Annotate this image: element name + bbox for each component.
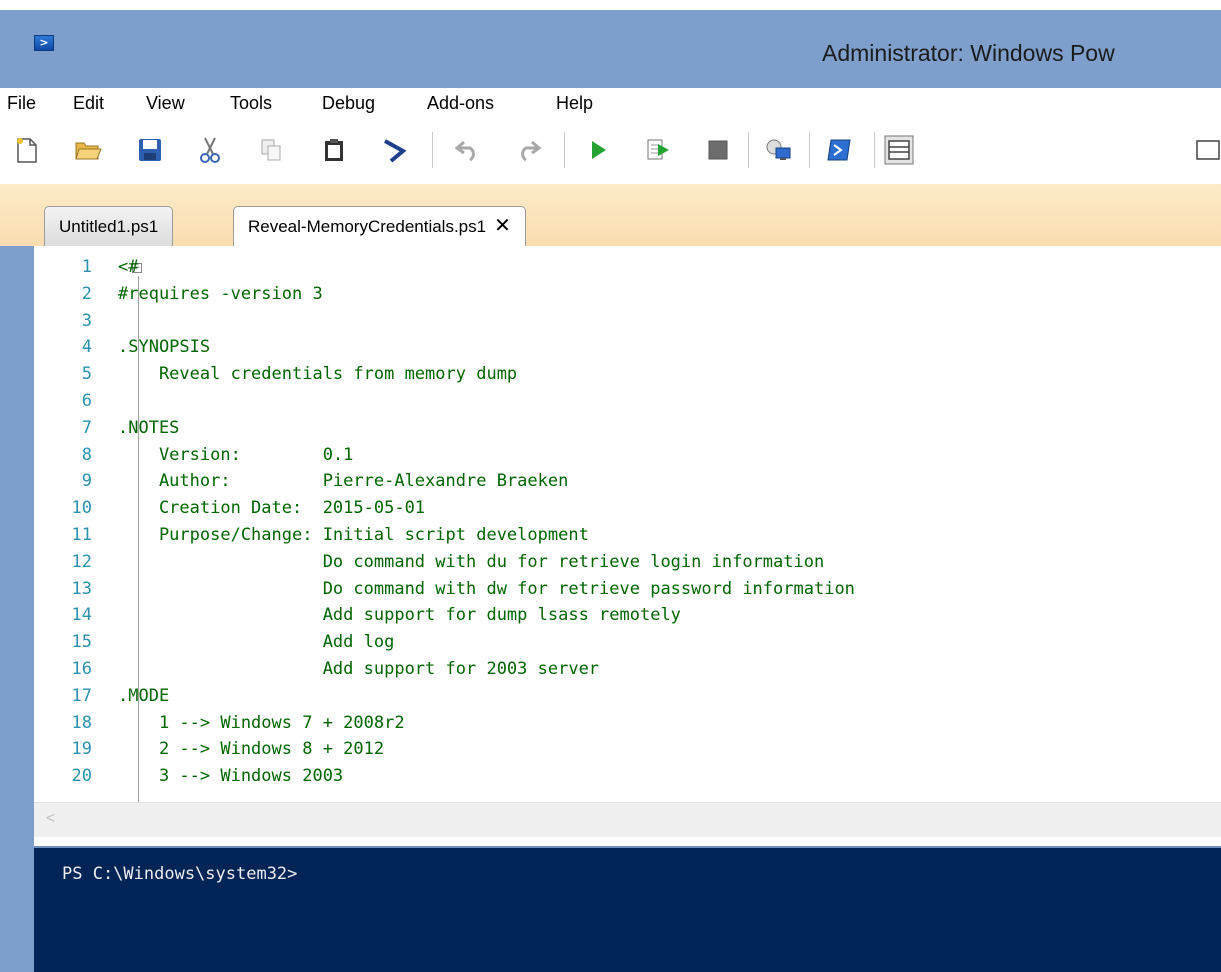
line-text: Creation Date: 2015-05-01: [118, 498, 426, 519]
title-bar[interactable]: > Administrator: Windows Pow: [0, 10, 1221, 88]
scroll-left-icon[interactable]: <: [46, 810, 55, 828]
line-number: 7: [81, 417, 92, 438]
console-pane[interactable]: PS C:\Windows\system32>: [34, 846, 1221, 972]
line-number: 1: [81, 257, 92, 277]
line-text: 3 --> Windows 2003: [118, 766, 344, 787]
tab-label: Untitled1.ps1: [59, 217, 159, 236]
window-title: Administrator: Windows Pow: [822, 40, 1115, 66]
toolbar-separator: [564, 132, 565, 168]
line-number: 2: [81, 283, 92, 304]
menu-tools[interactable]: Tools: [230, 93, 272, 114]
line-text: Reveal credentials from memory dump: [118, 364, 518, 385]
menu-bar: File Edit View Tools Debug Add-ons Help: [0, 88, 1221, 120]
line-text: .MODE: [118, 685, 170, 706]
line-text: Add support for dump lsass remotely: [118, 605, 681, 626]
powershell-console-icon[interactable]: [824, 135, 854, 165]
toolbar-separator: [748, 132, 749, 168]
new-file-icon[interactable]: [12, 135, 42, 165]
paste-icon[interactable]: [319, 135, 349, 165]
horizontal-scrollbar[interactable]: <: [34, 802, 1221, 838]
menu-add-ons[interactable]: Add-ons: [427, 93, 494, 114]
line-number: 13: [71, 578, 92, 599]
line-number: 20: [71, 766, 92, 787]
stop-icon[interactable]: [703, 135, 733, 165]
line-text: Add support for 2003 server: [118, 659, 600, 679]
line-number: 18: [71, 712, 92, 733]
run-selection-icon[interactable]: [644, 135, 674, 165]
cut-icon[interactable]: [195, 135, 225, 165]
save-icon[interactable]: [135, 135, 165, 165]
open-folder-icon[interactable]: [73, 135, 103, 165]
line-number: 6: [81, 391, 92, 411]
tab-untitled1[interactable]: Untitled1.ps1: [44, 206, 174, 246]
ise-window: > Administrator: Windows Pow File Edit V…: [0, 10, 1221, 972]
line-text: #requires -version 3: [118, 283, 323, 304]
tab-label: Reveal-MemoryCredentials.ps1: [248, 217, 487, 236]
menu-view[interactable]: View: [146, 93, 185, 114]
line-text: .NOTES: [118, 417, 180, 438]
line-text: Do command with dw for retrieve password…: [118, 578, 855, 599]
line-number: 14: [71, 605, 92, 626]
console-prompt: PS C:\Windows\system32>: [62, 864, 298, 884]
redo-icon[interactable]: [513, 135, 543, 165]
line-number: 15: [71, 632, 92, 653]
line-text: 2 --> Windows 8 + 2012: [118, 739, 385, 760]
clear-console-icon[interactable]: [380, 135, 410, 165]
line-text: Author: Pierre-Alexandre Braeken: [118, 471, 569, 492]
menu-help[interactable]: Help: [556, 93, 593, 114]
line-text: Version: 0.1: [118, 444, 354, 465]
line-number: 5: [81, 364, 92, 385]
line-number: 10: [71, 498, 92, 519]
line-text: 1 --> Windows 7 + 2008r2: [118, 712, 405, 733]
toolbar-separator: [874, 132, 875, 168]
line-number: 9: [81, 471, 92, 492]
undo-icon[interactable]: [453, 135, 483, 165]
toolbar-separator: [432, 132, 433, 168]
script-tab-strip: Untitled1.ps1 Reveal-MemoryCredentials.p…: [0, 184, 1221, 247]
copy-icon[interactable]: [256, 135, 286, 165]
line-number: 11: [71, 525, 92, 545]
toolbar: [0, 120, 1221, 184]
line-number: 4: [81, 337, 92, 358]
show-script-pane-top-icon[interactable]: [884, 135, 914, 165]
show-script-pane-right-icon[interactable]: [1193, 135, 1221, 165]
pane-splitter[interactable]: [34, 837, 1221, 846]
line-text: <#: [118, 257, 139, 277]
line-number: 12: [71, 551, 92, 572]
menu-edit[interactable]: Edit: [73, 93, 104, 114]
menu-debug[interactable]: Debug: [322, 93, 375, 114]
powershell-icon[interactable]: >: [34, 35, 54, 51]
line-text: Do command with du for retrieve login in…: [118, 551, 825, 572]
line-number: 3: [81, 310, 92, 331]
line-number: 17: [71, 685, 92, 706]
script-editor[interactable]: − 1 <# 2 #requires -version 3 3 4 .SYNOPSIS 5 R…: [34, 246, 1221, 802]
close-icon[interactable]: ✕: [494, 215, 511, 237]
tab-reveal-memory-credentials[interactable]: Reveal-MemoryCredentials.ps1 ✕: [233, 206, 526, 247]
toolbar-separator: [809, 132, 810, 168]
menu-file[interactable]: File: [7, 93, 36, 114]
run-script-icon[interactable]: [584, 135, 614, 165]
remote-powershell-icon[interactable]: [763, 135, 793, 165]
line-number: 16: [71, 659, 92, 679]
line-number: 8: [81, 444, 92, 465]
line-text: .SYNOPSIS: [118, 337, 211, 358]
line-text: Add log: [118, 632, 395, 653]
line-number: 19: [71, 739, 92, 760]
line-text: Purpose/Change: Initial script developme…: [118, 525, 589, 545]
